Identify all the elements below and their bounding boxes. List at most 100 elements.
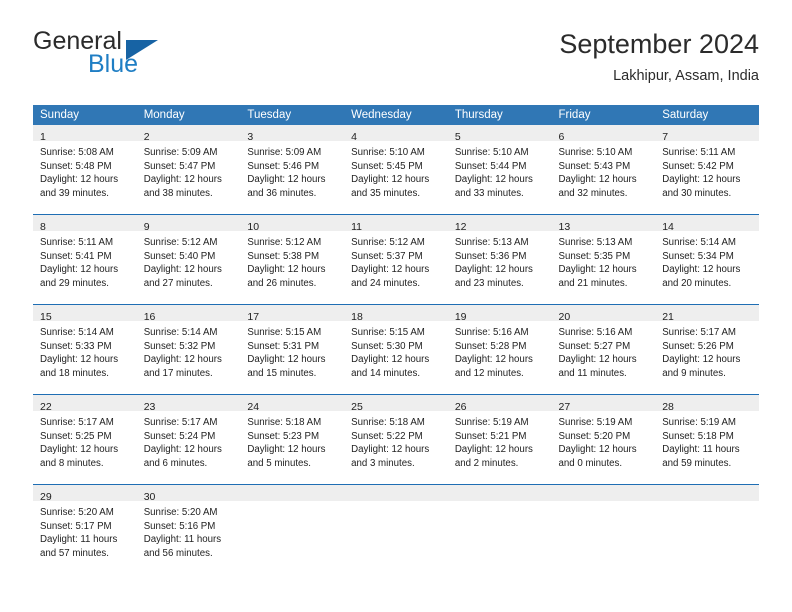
day-cell-empty: [240, 484, 345, 574]
daylight-text-line1: Daylight: 12 hours: [662, 354, 741, 366]
day-cell[interactable]: 1 Sunrise: 5:08 AM Sunset: 5:48 PM Dayli…: [33, 125, 137, 215]
daylight-text-line2: and 18 minutes.: [40, 367, 109, 379]
sunset-text: Sunset: 5:22 PM: [351, 430, 423, 442]
generalblue-logo[interactable]: General Blue: [33, 28, 293, 88]
sunset-text: Sunset: 5:28 PM: [454, 340, 527, 352]
sunset-text: Sunset: 5:35 PM: [558, 250, 631, 262]
day-cell[interactable]: 13 Sunrise: 5:13 AM Sunset: 5:35 PM Dayl…: [551, 214, 656, 305]
week-row: 29 Sunrise: 5:20 AM Sunset: 5:17 PM Dayl…: [33, 484, 759, 574]
day-cell-empty: [344, 484, 448, 574]
logo-text-blue: Blue: [88, 50, 139, 78]
day-cell[interactable]: 11 Sunrise: 5:12 AM Sunset: 5:37 PM Dayl…: [344, 214, 448, 305]
sunset-text: Sunset: 5:30 PM: [351, 340, 423, 352]
day-number: 24: [247, 401, 260, 413]
day-number: 17: [247, 311, 260, 323]
day-number: 8: [40, 221, 46, 233]
sunset-text: Sunset: 5:18 PM: [662, 430, 734, 442]
daylight-text-line1: Daylight: 12 hours: [454, 174, 533, 186]
day-cell[interactable]: 20 Sunrise: 5:16 AM Sunset: 5:27 PM Dayl…: [551, 304, 656, 395]
day-number: 15: [40, 311, 52, 323]
daylight-text-line2: and 23 minutes.: [454, 277, 524, 289]
sunrise-text: Sunrise: 5:11 AM: [662, 147, 736, 158]
day-cell[interactable]: 21 Sunrise: 5:17 AM Sunset: 5:26 PM Dayl…: [655, 304, 759, 395]
day-cell[interactable]: 19 Sunrise: 5:16 AM Sunset: 5:28 PM Dayl…: [447, 304, 552, 395]
day-cell[interactable]: 16 Sunrise: 5:14 AM Sunset: 5:32 PM Dayl…: [136, 304, 241, 395]
day-number: 25: [351, 401, 363, 413]
daylight-text-line2: and 9 minutes.: [662, 367, 726, 379]
sunrise-text: Sunrise: 5:10 AM: [351, 147, 425, 158]
sunset-text: Sunset: 5:40 PM: [143, 250, 216, 262]
day-cell[interactable]: 18 Sunrise: 5:15 AM Sunset: 5:30 PM Dayl…: [344, 304, 448, 395]
sunset-text: Sunset: 5:25 PM: [40, 430, 112, 442]
day-cell[interactable]: 8 Sunrise: 5:11 AM Sunset: 5:41 PM Dayli…: [33, 214, 137, 305]
day-cell[interactable]: 10 Sunrise: 5:12 AM Sunset: 5:38 PM Dayl…: [240, 214, 345, 305]
week-row: 8 Sunrise: 5:11 AM Sunset: 5:41 PM Dayli…: [33, 214, 759, 305]
weekday-header-row: Sunday Monday Tuesday Wednesday Thursday…: [33, 105, 759, 125]
daylight-text-line1: Daylight: 12 hours: [454, 444, 533, 456]
daylight-text-line1: Daylight: 12 hours: [662, 264, 741, 276]
day-number: 19: [454, 311, 467, 323]
day-cell[interactable]: 30 Sunrise: 5:20 AM Sunset: 5:16 PM Dayl…: [136, 484, 241, 574]
day-number: 13: [558, 221, 571, 233]
sunrise-text: Sunrise: 5:16 AM: [558, 327, 633, 338]
title-block: September 2024 Lakhipur, Assam, India: [559, 28, 759, 85]
daylight-text-line2: and 8 minutes.: [40, 457, 104, 469]
daylight-text-line2: and 38 minutes.: [143, 187, 213, 199]
sunset-text: Sunset: 5:17 PM: [40, 520, 112, 532]
sunrise-text: Sunrise: 5:12 AM: [247, 237, 322, 248]
day-cell[interactable]: 17 Sunrise: 5:15 AM Sunset: 5:31 PM Dayl…: [240, 304, 345, 395]
sunrise-text: Sunrise: 5:14 AM: [40, 327, 114, 338]
daylight-text-line2: and 15 minutes.: [247, 367, 317, 379]
sunrise-text: Sunrise: 5:19 AM: [454, 417, 529, 428]
sunset-text: Sunset: 5:44 PM: [454, 160, 527, 172]
sunrise-text: Sunrise: 5:17 AM: [143, 417, 218, 428]
day-cell[interactable]: 14 Sunrise: 5:14 AM Sunset: 5:34 PM Dayl…: [655, 214, 759, 305]
sunrise-text: Sunrise: 5:19 AM: [558, 417, 633, 428]
day-cell[interactable]: 22 Sunrise: 5:17 AM Sunset: 5:25 PM Dayl…: [33, 394, 137, 485]
daylight-text-line2: and 36 minutes.: [247, 187, 317, 199]
daylight-text-line2: and 21 minutes.: [558, 277, 628, 289]
day-cell[interactable]: 24 Sunrise: 5:18 AM Sunset: 5:23 PM Dayl…: [240, 394, 345, 485]
weekday-header-friday: Friday: [551, 105, 656, 125]
day-cell[interactable]: 9 Sunrise: 5:12 AM Sunset: 5:40 PM Dayli…: [136, 214, 241, 305]
daylight-text-line1: Daylight: 12 hours: [454, 354, 533, 366]
sunset-text: Sunset: 5:33 PM: [40, 340, 112, 352]
day-cell[interactable]: 12 Sunrise: 5:13 AM Sunset: 5:36 PM Dayl…: [447, 214, 552, 305]
day-number: 11: [351, 221, 363, 233]
day-cell[interactable]: 26 Sunrise: 5:19 AM Sunset: 5:21 PM Dayl…: [447, 394, 552, 485]
week-row: 1 Sunrise: 5:08 AM Sunset: 5:48 PM Dayli…: [33, 125, 759, 215]
daylight-text-line1: Daylight: 11 hours: [662, 444, 740, 456]
page-title: September 2024: [559, 29, 759, 59]
daylight-text-line2: and 3 minutes.: [351, 457, 415, 469]
day-cell[interactable]: 28 Sunrise: 5:19 AM Sunset: 5:18 PM Dayl…: [655, 394, 759, 485]
day-cell[interactable]: 23 Sunrise: 5:17 AM Sunset: 5:24 PM Dayl…: [136, 394, 241, 485]
daylight-text-line2: and 20 minutes.: [662, 277, 732, 289]
weekday-header-thursday: Thursday: [447, 105, 552, 125]
daylight-text-line1: Daylight: 12 hours: [351, 264, 430, 276]
day-cell[interactable]: 29 Sunrise: 5:20 AM Sunset: 5:17 PM Dayl…: [33, 484, 137, 574]
daylight-text-line2: and 57 minutes.: [40, 547, 109, 559]
sunrise-text: Sunrise: 5:13 AM: [558, 237, 633, 248]
day-number: 27: [558, 401, 571, 413]
day-number: 22: [40, 401, 52, 413]
day-number: 23: [143, 401, 156, 413]
calendar-page: General Blue September 2024 Lakhipur, As…: [0, 0, 792, 612]
daylight-text-line2: and 59 minutes.: [662, 457, 732, 469]
day-cell[interactable]: 27 Sunrise: 5:19 AM Sunset: 5:20 PM Dayl…: [551, 394, 656, 485]
day-number: 30: [143, 491, 156, 503]
sunrise-text: Sunrise: 5:12 AM: [351, 237, 425, 248]
sunset-text: Sunset: 5:45 PM: [351, 160, 423, 172]
day-cell[interactable]: 3 Sunrise: 5:09 AM Sunset: 5:46 PM Dayli…: [240, 125, 345, 215]
day-cell[interactable]: 15 Sunrise: 5:14 AM Sunset: 5:33 PM Dayl…: [33, 304, 137, 395]
day-cell[interactable]: 5 Sunrise: 5:10 AM Sunset: 5:44 PM Dayli…: [447, 125, 552, 215]
day-cell[interactable]: 4 Sunrise: 5:10 AM Sunset: 5:45 PM Dayli…: [344, 125, 448, 215]
day-number: 5: [454, 131, 461, 143]
day-cell[interactable]: 2 Sunrise: 5:09 AM Sunset: 5:47 PM Dayli…: [136, 125, 241, 215]
sunrise-text: Sunrise: 5:09 AM: [143, 147, 218, 158]
day-cell[interactable]: 7 Sunrise: 5:11 AM Sunset: 5:42 PM Dayli…: [655, 125, 759, 215]
page-header: General Blue September 2024 Lakhipur, As…: [33, 28, 759, 96]
day-cell[interactable]: 6 Sunrise: 5:10 AM Sunset: 5:43 PM Dayli…: [551, 125, 656, 215]
day-cell[interactable]: 25 Sunrise: 5:18 AM Sunset: 5:22 PM Dayl…: [344, 394, 448, 485]
daylight-text-line1: Daylight: 12 hours: [40, 174, 119, 186]
month-calendar: Sunday Monday Tuesday Wednesday Thursday…: [33, 105, 759, 574]
